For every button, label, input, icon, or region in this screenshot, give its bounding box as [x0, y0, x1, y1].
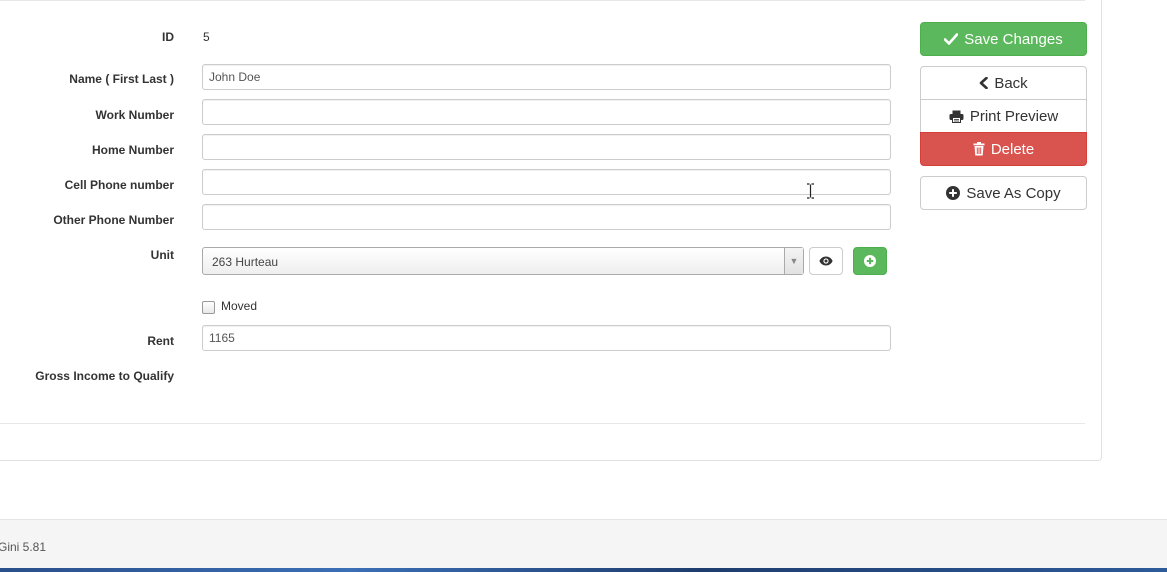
moved-label: Moved	[221, 299, 258, 313]
print-preview-button[interactable]: Print Preview	[920, 99, 1087, 133]
home-number-label: Home Number	[91, 143, 174, 157]
id-label: ID	[162, 30, 174, 44]
unit-selected-value: 263 Hurteau	[212, 255, 279, 269]
print-icon	[949, 110, 964, 123]
home-number-input[interactable]	[202, 134, 891, 160]
save-changes-button[interactable]: Save Changes	[920, 22, 1087, 56]
text-cursor-icon	[806, 183, 815, 199]
unit-label: Unit	[150, 248, 174, 262]
work-number-label: Work Number	[95, 108, 174, 122]
gross-income-label: Gross Income to Qualify	[35, 369, 174, 383]
view-unit-button[interactable]	[809, 247, 843, 275]
delete-label: Delete	[990, 140, 1035, 158]
back-label: Back	[994, 74, 1028, 92]
delete-button[interactable]: Delete	[920, 132, 1087, 166]
cell-phone-label: Cell Phone number	[64, 178, 174, 192]
name-label: Name ( First Last )	[69, 72, 174, 86]
chevron-down-icon[interactable]: ▼	[784, 248, 803, 274]
plus-circle-icon	[946, 186, 961, 200]
cell-phone-input[interactable]	[202, 169, 891, 195]
taskbar-strip	[0, 568, 1167, 572]
chevron-left-icon	[979, 77, 989, 89]
work-number-input[interactable]	[202, 99, 891, 125]
other-phone-label: Other Phone Number	[53, 213, 174, 227]
save-changes-label: Save Changes	[964, 30, 1063, 48]
eye-icon	[819, 256, 833, 266]
moved-checkbox[interactable]	[202, 301, 215, 314]
top-divider	[0, 0, 1085, 3]
bottom-divider	[0, 423, 1085, 424]
footer-version: Gini 5.81	[0, 540, 47, 554]
name-input[interactable]	[202, 64, 891, 90]
unit-select[interactable]: 263 Hurteau ▼	[202, 247, 804, 275]
id-value: 5	[203, 30, 210, 44]
other-phone-input[interactable]	[202, 204, 891, 230]
save-as-copy-label: Save As Copy	[966, 184, 1061, 202]
print-preview-label: Print Preview	[969, 107, 1059, 125]
rent-label: Rent	[147, 334, 174, 348]
trash-icon	[973, 142, 985, 156]
rent-input[interactable]	[202, 325, 891, 351]
plus-circle-icon	[864, 255, 876, 267]
check-icon	[944, 33, 959, 45]
back-button[interactable]: Back	[920, 66, 1087, 100]
add-unit-button[interactable]	[853, 247, 887, 275]
footer: Gini 5.81	[0, 519, 1167, 569]
save-as-copy-button[interactable]: Save As Copy	[920, 176, 1087, 210]
